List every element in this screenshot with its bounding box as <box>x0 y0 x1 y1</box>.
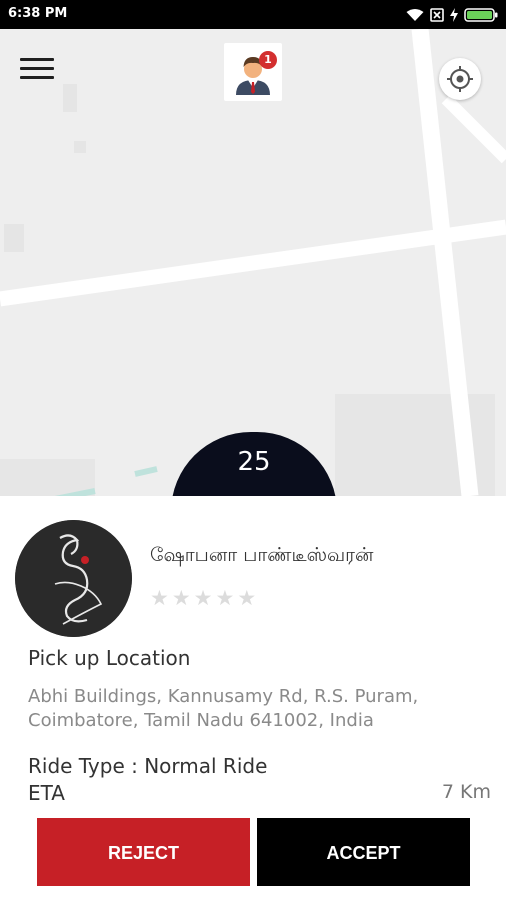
star-icon: ★ <box>171 586 191 610</box>
timer-value: 25 <box>237 447 271 477</box>
rider-name: ஷோபனா பாண்டீஸ்வரன் <box>150 544 374 566</box>
wifi-icon <box>406 9 424 21</box>
charging-icon <box>450 8 458 22</box>
status-icons <box>406 5 498 25</box>
rider-photo <box>15 520 132 637</box>
crosshair-icon <box>447 66 473 92</box>
battery-icon <box>464 8 498 22</box>
hamburger-line <box>20 76 54 79</box>
eta-label: ETA <box>28 781 65 805</box>
star-icon: ★ <box>237 586 257 610</box>
rider-logo-icon <box>15 520 132 637</box>
no-sim-icon <box>430 8 444 22</box>
star-icon: ★ <box>150 586 169 610</box>
hamburger-line <box>20 58 54 61</box>
accept-button[interactable]: ACCEPT <box>257 818 470 886</box>
pickup-address: Abhi Buildings, Kannusamy Rd, R.S. Puram… <box>28 686 419 731</box>
reject-button[interactable]: REJECT <box>37 818 250 886</box>
pickup-label: Pick up Location <box>28 646 191 670</box>
menu-button[interactable] <box>20 52 60 86</box>
notification-badge: 1 <box>259 51 277 69</box>
ride-type-value: Normal Ride <box>144 754 268 778</box>
driver-avatar-icon <box>236 57 270 95</box>
eta-value: 7 Km <box>441 781 491 803</box>
star-icon: ★ <box>193 586 213 610</box>
my-location-button[interactable] <box>439 58 481 100</box>
driver-profile-button[interactable]: 1 <box>224 43 282 101</box>
status-time: 6:38 PM <box>8 6 68 21</box>
rider-rating: ★ ★ ★ ★ ★ <box>150 586 256 610</box>
status-bar: 6:38 PM <box>0 0 506 29</box>
hamburger-line <box>20 67 54 70</box>
ride-type-label: Ride Type : <box>28 754 145 778</box>
ride-type: Ride Type : Normal Ride <box>28 754 267 778</box>
star-icon: ★ <box>215 586 235 610</box>
